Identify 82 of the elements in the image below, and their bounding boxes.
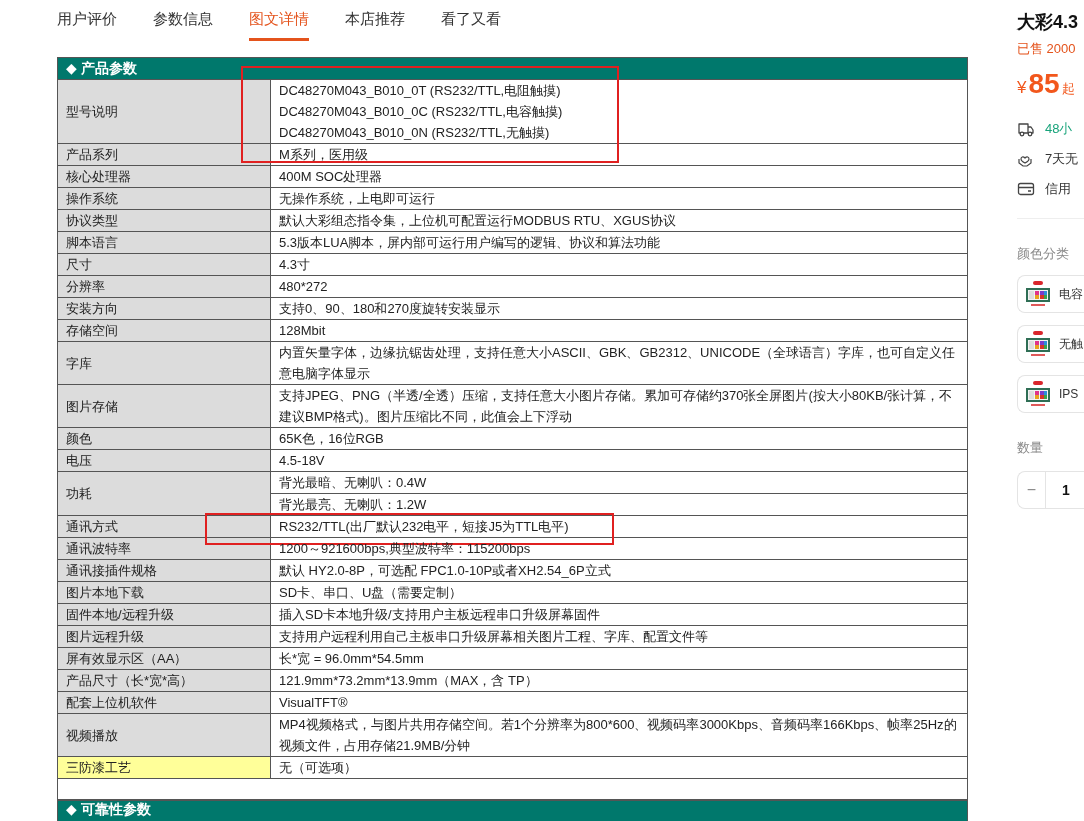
table-cell-text: 400M SOC处理器 (279, 168, 384, 186)
option-card[interactable]: 无触 (1017, 325, 1084, 363)
option-text: IPS (1059, 387, 1079, 401)
card-icon (1017, 180, 1035, 198)
table-cell-text: 480*272 (279, 278, 329, 296)
table-cell-text: 支持0、90、180和270度旋转安装显示 (279, 300, 502, 318)
table-cell-text: 无操作系统，上电即可运行 (279, 190, 436, 208)
tab[interactable]: 参数信息 (153, 0, 213, 41)
table-cell-text: 插入SD卡本地升级/支持用户主板远程串口升级屏幕固件 (279, 606, 601, 624)
row-label: 分辨率 (58, 276, 271, 297)
cell-line: DC48270M043_B010_0N (RS232/TTL,无触摸) (279, 124, 551, 142)
table-cell-text: 无（可选项） (279, 759, 358, 777)
table-cell: 背光最亮、无喇叭：1.2W (271, 493, 967, 515)
table-cell-text: 内置矢量字体，边缘抗锯齿处理，支持任意大小ASCII、GBK、GB2312、UNICODE（全球语言）字库，也可自定义任意电脑字体显示 (279, 344, 957, 383)
row-label: 颜色 (58, 428, 271, 449)
quantity-stepper[interactable]: − 1 (1017, 471, 1084, 509)
table-cell-text: 支持JPEG、PNG（半透/全透）压缩，支持任意大小图片存储。累加可存储约370张全屏图片(按大小80KB/张计算，不建议BMP格式)。图片压缩比不同，此值会上下浮动 (279, 387, 954, 426)
option-text: 无触 (1059, 335, 1083, 353)
row-label: 尺寸 (58, 254, 271, 275)
table-cell-text: 1200～921600bps,典型波特率：115200bps (279, 540, 532, 558)
row-label: 产品系列 (58, 144, 271, 165)
minus-button[interactable]: − (1018, 472, 1046, 508)
sold-count: 已售 2000 (1017, 40, 1077, 58)
table-cell-text: M系列，医用级 (279, 146, 369, 164)
tab[interactable]: 图文详情 (249, 0, 309, 41)
row-label: 型号说明 (58, 80, 271, 143)
row-label: 通讯波特率 (58, 538, 271, 559)
service-text: 7天无 (1045, 150, 1079, 168)
table-cell-text: 128Mbit (279, 322, 327, 340)
row-label: 功耗 (58, 472, 271, 515)
row-label: 字库 (58, 342, 271, 384)
row-label: 核心处理器 (58, 166, 271, 187)
option-card[interactable]: 电容 (1017, 275, 1084, 313)
service-text: 48小 (1045, 120, 1073, 138)
option-card[interactable]: IPS (1017, 375, 1084, 413)
cell-line: DC48270M043_B010_0C (RS232/TTL,电容触摸) (279, 103, 564, 121)
truck-icon (1017, 120, 1035, 138)
row-label: 操作系统 (58, 188, 271, 209)
quantity-label: 数量 (1017, 439, 1044, 457)
service-text: 信用 (1045, 180, 1071, 198)
row-label: 脚本语言 (58, 232, 271, 253)
cell-line: DC48270M043_B010_0T (RS232/TTL,电阻触摸) (279, 82, 562, 100)
table-cell-text: 4.5-18V (279, 452, 326, 470)
option-text: 电容 (1059, 285, 1083, 303)
table-cell-text: MP4视频格式，与图片共用存储空间。若1个分辨率为800*600、视频码率3000Kbps、音频码率166Kbps、帧率25Hz的视频文件，占用存储21.9MB/分钟 (279, 716, 958, 755)
row-label: 通讯方式 (58, 516, 271, 537)
option-label: 颜色分类 (1017, 245, 1070, 263)
row-label: 视频播放 (58, 714, 271, 756)
row-label: 图片本地下载 (58, 582, 271, 603)
table-cell-text: SD卡、串口、U盘（需要定制） (279, 584, 464, 602)
currency-symbol: ¥ (1017, 78, 1027, 98)
table-cell-text: 4.3寸 (279, 256, 312, 274)
table-cell-text: 默认大彩组态指令集，上位机可配置运行MODBUS RTU、XGUS协议 (279, 212, 677, 230)
price-suffix: 起 (1061, 80, 1075, 98)
table-cell-text: 长*宽 = 96.0mm*54.5mm (279, 650, 425, 668)
row-label: 安装方向 (58, 298, 271, 319)
table-cell-text: VisualTFT® (279, 694, 349, 712)
row-label: 固件本地/远程升级 (58, 604, 271, 625)
section-header: ◆ 可靠性参数 (58, 801, 967, 821)
section-header: ◆ 产品参数 (58, 58, 967, 80)
table-cell-text: 121.9mm*73.2mm*13.9mm（MAX，含 TP） (279, 672, 539, 690)
table-cell-text: 背光最暗、无喇叭：0.4W (278, 474, 428, 492)
table-cell-text: RS232/TTL(出厂默认232电平，短接J5为TTL电平) (279, 518, 570, 536)
row-label: 协议类型 (58, 210, 271, 231)
row-label: 三防漆工艺 (58, 757, 271, 778)
row-label: 电压 (58, 450, 271, 471)
row-label: 产品尺寸（长*宽*高） (58, 670, 271, 691)
product-title: 大彩4.3 (1017, 11, 1080, 34)
table-cell-text: 默认 HY2.0-8P，可选配 FPC1.0-10P或者XH2.54_6P立式 (279, 562, 612, 580)
row-label: 图片存储 (58, 385, 271, 427)
row-label: 配套上位机软件 (58, 692, 271, 713)
row-label: 通讯接插件规格 (58, 560, 271, 581)
table-cell-text: 65K色，16位RGB (279, 430, 385, 448)
table-cell-text: 支持用户远程利用自己主板串口升级屏幕相关图片工程、字库、配置文件等 (279, 628, 709, 646)
table-cell-text: 5.3版本LUA脚本，屏内部可运行用户编写的逻辑、协议和算法功能 (279, 234, 662, 252)
tab[interactable]: 本店推荐 (345, 0, 405, 41)
tab[interactable]: 用户评价 (57, 0, 117, 41)
row-label: 存储空间 (58, 320, 271, 341)
row-label: 图片远程升级 (58, 626, 271, 647)
price: 85 (1028, 68, 1060, 100)
row-label: 屏有效显示区（AA） (58, 648, 271, 669)
tab[interactable]: 看了又看 (441, 0, 501, 41)
